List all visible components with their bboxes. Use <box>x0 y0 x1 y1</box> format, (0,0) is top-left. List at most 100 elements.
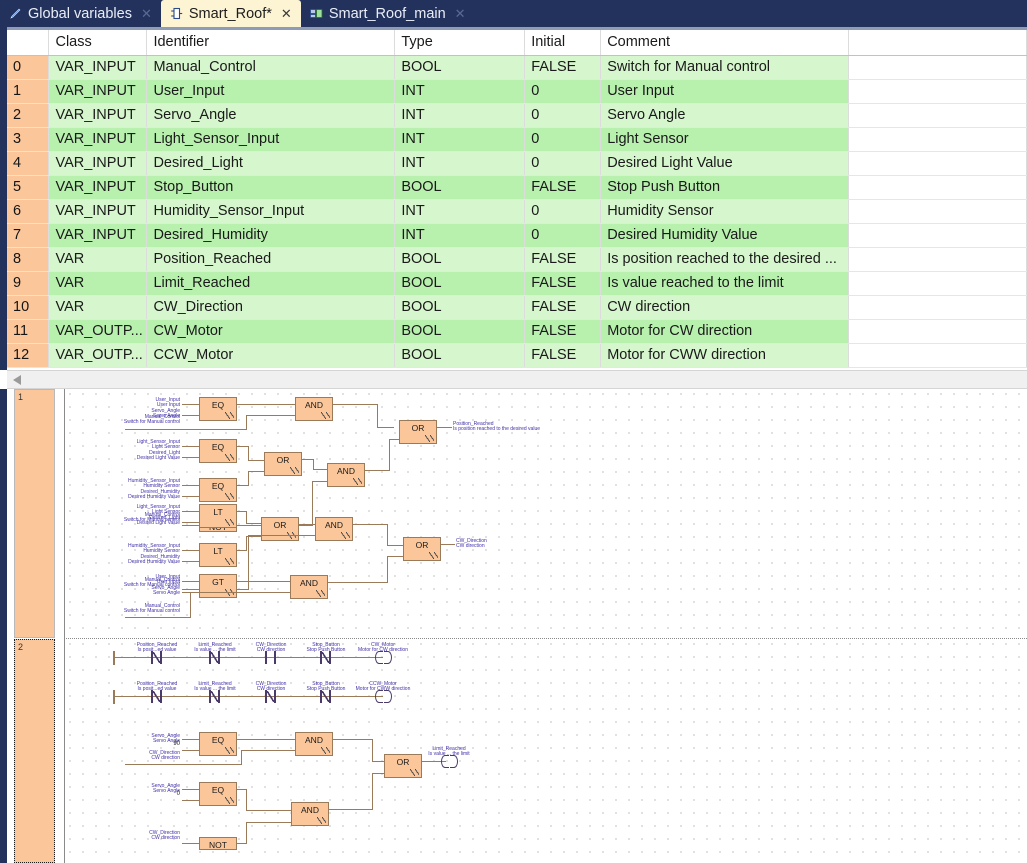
close-icon[interactable]: ✕ <box>141 6 152 22</box>
table-row[interactable]: 10 VAR CW_Direction BOOL FALSE CW direct… <box>7 295 1027 320</box>
coil-limit-reached[interactable] <box>441 755 458 768</box>
cell-type[interactable]: INT <box>394 151 526 176</box>
input-label-light-sensor-2[interactable]: Light_Sensor_Input Light Sensor <box>65 505 180 515</box>
cell-comment[interactable]: Motor for CWW direction <box>600 343 850 368</box>
column-header-comment[interactable]: Comment <box>600 30 850 56</box>
block-and-1[interactable]: AND <box>295 397 333 421</box>
cell-identifier[interactable]: CW_Direction <box>146 295 396 320</box>
table-row[interactable]: 5 VAR_INPUT Stop_Button BOOL FALSE Stop … <box>7 175 1027 200</box>
cell-initial[interactable]: 0 <box>524 103 602 128</box>
cell-class[interactable]: VAR_INPUT <box>48 127 148 152</box>
row-index[interactable]: 11 <box>7 319 50 344</box>
row-index[interactable]: 7 <box>7 223 50 248</box>
block-and-servo-cw[interactable]: AND <box>295 732 333 756</box>
block-eq-3[interactable]: EQ <box>199 478 237 502</box>
tab-global-variables[interactable]: Global variables ✕ <box>0 0 161 27</box>
output-label-cw-direction[interactable]: CW_Direction CW direction <box>456 539 566 549</box>
row-index[interactable]: 8 <box>7 247 50 272</box>
cell-comment[interactable]: Stop Push Button <box>600 175 850 200</box>
cell-initial[interactable]: FALSE <box>524 55 602 80</box>
contact-limit-reached-1[interactable] <box>209 651 220 664</box>
cell-identifier[interactable]: Desired_Humidity <box>146 223 396 248</box>
block-lt-1[interactable]: LT <box>199 504 237 528</box>
input-label-manual-control-4[interactable]: Manual_Control Switch for Manual control <box>75 604 180 614</box>
column-header-initial[interactable]: Initial <box>524 30 602 56</box>
output-label-position-reached[interactable]: Position_Reached Is position reached to t… <box>453 422 573 432</box>
cell-identifier[interactable]: CCW_Motor <box>146 343 396 368</box>
cell-class[interactable]: VAR_INPUT <box>48 79 148 104</box>
block-eq-servo-90[interactable]: EQ <box>199 732 237 756</box>
contact-cw-direction-1[interactable] <box>265 651 276 664</box>
input-label-servo-angle-2[interactable]: Servo_Angle Servo Angle <box>75 586 180 596</box>
column-header-type[interactable]: Type <box>394 30 526 56</box>
cell-type[interactable]: BOOL <box>394 343 526 368</box>
cell-identifier[interactable]: CW_Motor <box>146 319 396 344</box>
cell-comment[interactable]: Servo Angle <box>600 103 850 128</box>
row-index[interactable]: 6 <box>7 199 50 224</box>
cell-type[interactable]: INT <box>394 103 526 128</box>
cell-identifier[interactable]: User_Input <box>146 79 396 104</box>
cell-comment[interactable]: Switch for Manual control <box>600 55 850 80</box>
row-index[interactable]: 1 <box>7 79 50 104</box>
cell-type[interactable]: INT <box>394 127 526 152</box>
block-lt-2[interactable]: LT <box>199 543 237 567</box>
cell-comment[interactable]: Is value reached to the limit <box>600 271 850 296</box>
row-index[interactable]: 2 <box>7 103 50 128</box>
input-label-light-sensor-1[interactable]: Light_Sensor_Input Light Sensor <box>65 440 180 450</box>
cell-class[interactable]: VAR_INPUT <box>48 151 148 176</box>
cell-class[interactable]: VAR_OUTP... <box>48 319 148 344</box>
cell-type[interactable]: INT <box>394 199 526 224</box>
cell-class[interactable]: VAR <box>48 295 148 320</box>
fbd-ladder-editor[interactable]: 1 User_Input User Input Servo_Angle Servo … <box>0 389 1027 863</box>
cell-class[interactable]: VAR_INPUT <box>48 55 148 80</box>
cell-class[interactable]: VAR <box>48 271 148 296</box>
row-index[interactable]: 5 <box>7 175 50 200</box>
block-and-servo-notcw[interactable]: AND <box>291 802 329 826</box>
contact-stop-button-2[interactable] <box>320 690 331 703</box>
cell-identifier[interactable]: Humidity_Sensor_Input <box>146 199 396 224</box>
cell-class[interactable]: VAR_INPUT <box>48 175 148 200</box>
table-row[interactable]: 8 VAR Position_Reached BOOL FALSE Is pos… <box>7 247 1027 272</box>
input-constant-0[interactable]: 0 <box>140 791 180 797</box>
block-eq-servo-0[interactable]: EQ <box>199 782 237 806</box>
table-row[interactable]: 1 VAR_INPUT User_Input INT 0 User Input <box>7 79 1027 104</box>
cell-initial[interactable]: FALSE <box>524 343 602 368</box>
input-label-desired-humidity-1[interactable]: Desired_Humidity Desired Humidity Value <box>65 490 180 500</box>
cell-class[interactable]: VAR_INPUT <box>48 103 148 128</box>
table-row[interactable]: 11 VAR_OUTP... CW_Motor BOOL FALSE Motor… <box>7 319 1027 344</box>
cell-identifier[interactable]: Limit_Reached <box>146 271 396 296</box>
cell-identifier[interactable]: Desired_Light <box>146 151 396 176</box>
input-label-user-input[interactable]: User_Input User Input <box>75 398 180 408</box>
input-label-humidity-sensor-1[interactable]: Humidity_Sensor_Input Humidity Sensor <box>65 479 180 489</box>
cell-identifier[interactable]: Position_Reached <box>146 247 396 272</box>
input-label-desired-light-1[interactable]: Desired_Light Desired Light Value <box>65 451 180 461</box>
cell-initial[interactable]: FALSE <box>524 247 602 272</box>
cell-type[interactable]: BOOL <box>394 319 526 344</box>
cell-type[interactable]: BOOL <box>394 175 526 200</box>
cell-comment[interactable]: CW direction <box>600 295 850 320</box>
tab-smart-roof-main[interactable]: Smart_Roof_main ✕ <box>301 0 475 27</box>
row-index[interactable]: 3 <box>7 127 50 152</box>
block-or-output-1[interactable]: OR <box>399 420 437 444</box>
cell-identifier[interactable]: Manual_Control <box>146 55 396 80</box>
cell-comment[interactable]: Humidity Sensor <box>600 199 850 224</box>
cell-comment[interactable]: Desired Humidity Value <box>600 223 850 248</box>
cell-initial[interactable]: 0 <box>524 199 602 224</box>
close-icon[interactable]: ✕ <box>455 6 466 22</box>
coil-cw-motor[interactable] <box>375 651 392 664</box>
cell-type[interactable]: BOOL <box>394 271 526 296</box>
contact-cw-direction-2[interactable] <box>265 690 276 703</box>
network-2-canvas[interactable]: Position_Reached Is posit...ed value Limi… <box>64 639 1027 863</box>
row-index[interactable]: 12 <box>7 343 50 368</box>
block-or-2[interactable]: OR <box>261 517 299 541</box>
cell-type[interactable]: INT <box>394 223 526 248</box>
table-row[interactable]: 6 VAR_INPUT Humidity_Sensor_Input INT 0 … <box>7 199 1027 224</box>
input-label-cw-direction-3[interactable]: CW_Direction CW direction <box>75 751 180 761</box>
contact-stop-button-1[interactable] <box>320 651 331 664</box>
table-row[interactable]: 9 VAR Limit_Reached BOOL FALSE Is value … <box>7 271 1027 296</box>
table-row[interactable]: 3 VAR_INPUT Light_Sensor_Input INT 0 Lig… <box>7 127 1027 152</box>
tab-smart-roof[interactable]: Smart_Roof* ✕ <box>160 0 301 27</box>
input-label-desired-humidity-2[interactable]: Desired_Humidity Desired Humidity Value <box>65 555 180 565</box>
input-label-cw-direction-4[interactable]: CW_Direction CW direction <box>75 831 180 841</box>
input-label-desired-light-2[interactable]: Desired_Light Desired Light Value <box>65 516 180 526</box>
